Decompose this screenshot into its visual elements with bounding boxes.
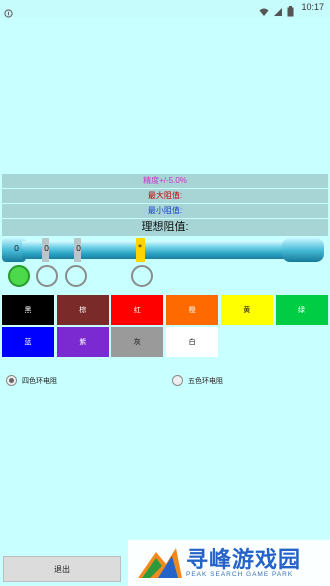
ideal-value-label: 理想阻值:: [2, 219, 328, 236]
exit-button[interactable]: 退出: [3, 556, 121, 582]
color-swatch[interactable]: 紫: [55, 326, 110, 358]
five-band-option[interactable]: 五色环电阻: [172, 375, 223, 386]
band-multiplier-label: *: [138, 243, 142, 252]
wifi-icon: [259, 2, 269, 16]
five-band-label: 五色环电阻: [188, 377, 223, 385]
color-swatch[interactable]: 棕: [55, 294, 110, 326]
signal-icon: [273, 2, 283, 16]
color-swatch[interactable]: 绿: [274, 294, 329, 326]
band-3-selector[interactable]: [65, 265, 87, 287]
five-band-radio[interactable]: [172, 375, 183, 386]
max-value-label: 最大阻值:: [2, 189, 328, 203]
band-1-selector[interactable]: [8, 265, 30, 287]
precision-label: 精度+/-5.0%: [2, 174, 328, 188]
color-swatch[interactable]: 黑: [1, 294, 55, 326]
watermark-logo: [138, 548, 182, 578]
notification-icon: [4, 3, 13, 22]
clock: 10:17: [301, 2, 324, 12]
color-swatch[interactable]: 蓝: [1, 326, 55, 358]
color-swatch[interactable]: 白: [165, 326, 220, 358]
band-2-label: 0: [44, 244, 50, 253]
watermark-subtext: PEAK SEARCH GAME PARK: [186, 571, 294, 578]
watermark-text: 寻峰游戏园: [186, 548, 302, 573]
resistor-body: [2, 238, 324, 262]
color-swatch[interactable]: 橙: [165, 294, 220, 326]
band-3-label: 0: [76, 244, 82, 253]
band-multiplier-selector[interactable]: [131, 265, 153, 287]
status-bar: 10:17: [0, 0, 330, 18]
battery-icon: [287, 2, 297, 17]
min-value-label: 最小阻值:: [2, 204, 328, 218]
band-1-label: 0: [14, 244, 20, 253]
band-2-selector[interactable]: [36, 265, 58, 287]
color-swatch[interactable]: 灰: [110, 326, 165, 358]
watermark: 寻峰游戏园 PEAK SEARCH GAME PARK: [128, 540, 330, 586]
four-band-radio[interactable]: [6, 375, 17, 386]
four-band-label: 四色环电阻: [22, 377, 57, 385]
color-swatch[interactable]: 红: [110, 294, 165, 326]
four-band-option[interactable]: 四色环电阻: [6, 375, 57, 386]
color-swatch[interactable]: 黄: [219, 294, 274, 326]
